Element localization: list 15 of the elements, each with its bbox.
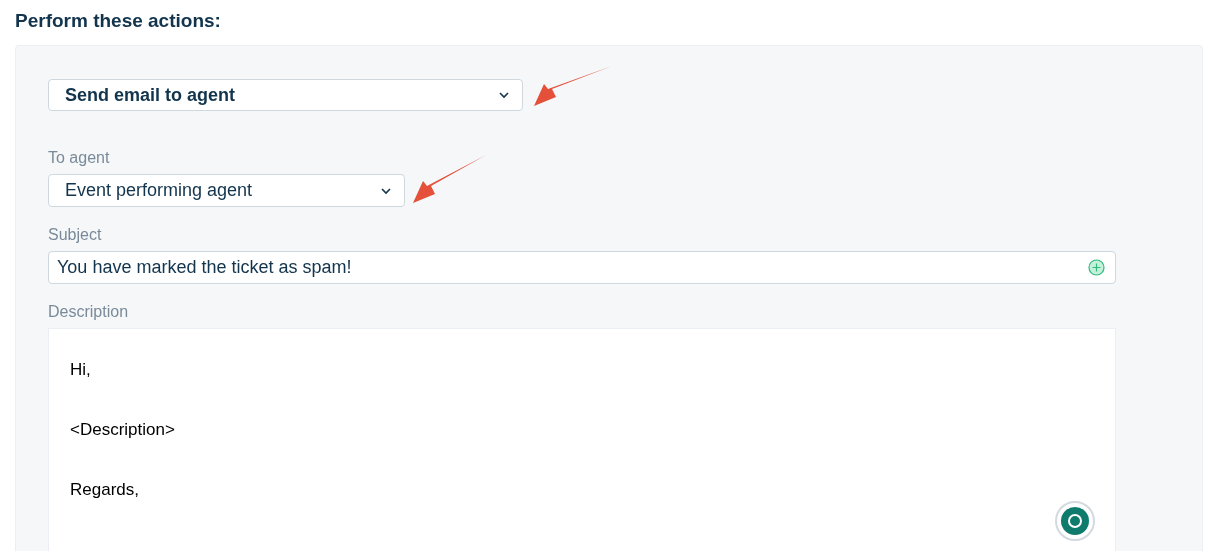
chevron-down-icon bbox=[380, 186, 392, 195]
to-agent-label: To agent bbox=[48, 148, 110, 169]
editor-text-line: Hi, bbox=[70, 359, 91, 382]
description-label: Description bbox=[48, 302, 129, 323]
assist-button[interactable] bbox=[1055, 501, 1095, 542]
agent-select[interactable]: Event performing agent bbox=[48, 174, 405, 207]
editor-text-line: Regards, bbox=[70, 479, 139, 502]
chevron-down-icon bbox=[498, 91, 510, 100]
subject-label: Subject bbox=[48, 224, 102, 245]
editor-text-line: <Description> bbox=[70, 419, 175, 442]
description-editor[interactable]: Hi, <Description> Regards, bbox=[48, 328, 1116, 551]
section-heading: Perform these actions: bbox=[14, 9, 222, 33]
chat-icon bbox=[1061, 507, 1089, 536]
action-select[interactable]: Send email to agent bbox=[48, 79, 523, 112]
subject-field[interactable]: You have marked the ticket as spam! bbox=[48, 250, 1116, 285]
